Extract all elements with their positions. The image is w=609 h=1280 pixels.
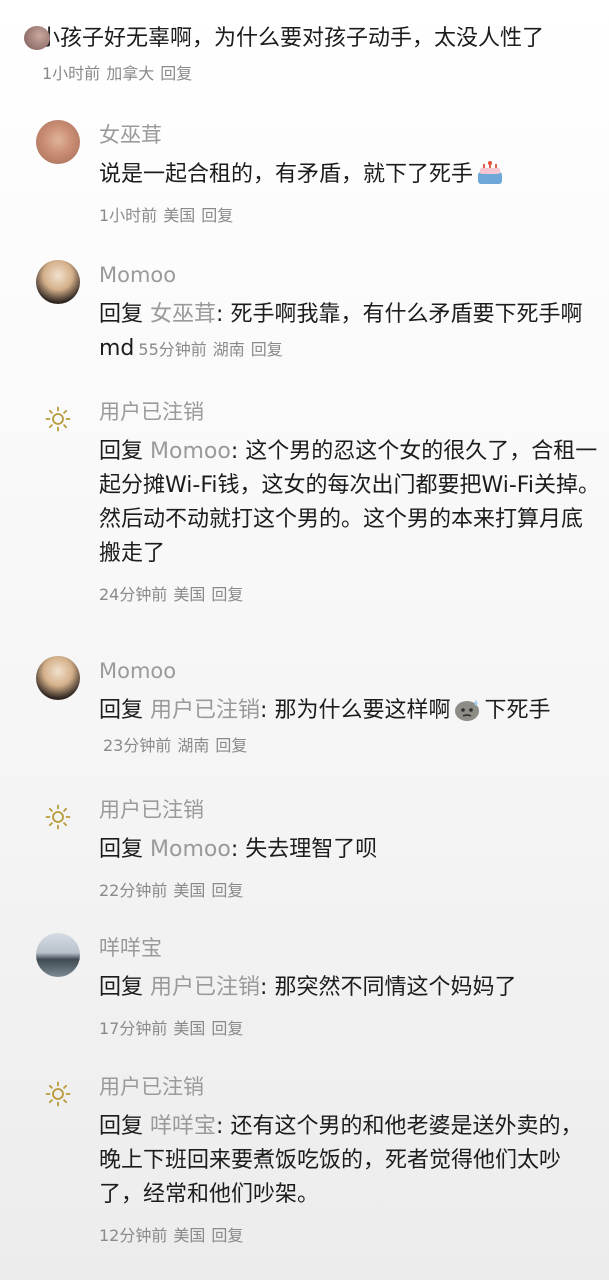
reply-button[interactable]: 回复 [251, 340, 283, 359]
reply-text: 回复 咩咩宝: 还有这个男的和他老婆是送外卖的，晚上下班回来要煮饭吃饭的，死者觉… [99, 1114, 583, 1207]
reply-item: 用户已注销 回复 Momoo: 失去理智了呗 22分钟前 美国 回复 [36, 795, 604, 901]
reply-item: 女巫茸 说是一起合租的，有矛盾，就下了死手 1小时前 美国 回复 [36, 120, 604, 226]
sea-avatar[interactable] [36, 933, 80, 977]
reply-time: 24分钟前 [99, 585, 168, 604]
user-name[interactable]: Momoo [99, 656, 604, 686]
comment-location: 加拿大 [106, 64, 155, 83]
reply-target[interactable]: 女巫茸 [150, 302, 216, 327]
user-name[interactable]: 用户已注销 [99, 397, 604, 427]
reply-location: 美国 [173, 881, 206, 900]
reply-time: 23分钟前 [103, 736, 172, 755]
reply-button[interactable]: 回复 [211, 585, 243, 604]
reply-location: 美国 [173, 1226, 206, 1245]
reply-button[interactable]: 回复 [211, 1019, 243, 1038]
reply-location: 美国 [173, 585, 206, 604]
sun-icon[interactable] [36, 1072, 80, 1116]
sun-icon[interactable] [36, 397, 80, 441]
reply-meta: 17分钟前 美国 回复 [99, 1015, 604, 1039]
reply-text: 回复 Momoo: 失去理智了呗 [99, 837, 378, 862]
reply-time: 1小时前 [99, 206, 158, 225]
reply-item: Momoo 回复 女巫茸: 死手啊我靠，有什么矛盾要下死手啊md 55分钟前 湖南回… [36, 260, 604, 367]
reply-text: 回复 Momoo: 这个男的忍这个女的很久了，合租一起分摊Wi-Fi钱，这女的每… [99, 439, 600, 566]
sweat-emoji [455, 700, 480, 721]
reply-location: 湖南 [177, 736, 210, 755]
reply-item: 用户已注销 回复 Momoo: 这个男的忍这个女的很久了，合租一起分摊Wi-Fi… [36, 397, 604, 605]
user-name[interactable]: 用户已注销 [99, 1072, 604, 1102]
reply-target[interactable]: 用户已注销 [150, 698, 260, 723]
reply-time: 17分钟前 [99, 1019, 168, 1038]
reply-target[interactable]: Momoo [150, 439, 231, 464]
reply-button[interactable]: 回复 [211, 881, 243, 900]
reply-button[interactable]: 回复 [211, 1226, 243, 1245]
reply-location: 美国 [173, 1019, 206, 1038]
comment-time: 1小时前 [42, 64, 101, 83]
user-name[interactable]: 用户已注销 [99, 795, 604, 825]
reply-button[interactable]: 回复 [201, 206, 233, 225]
reply-text: 回复 用户已注销: 那为什么要这样啊 下死手23分钟前 湖南 回复 [99, 698, 551, 755]
reply-meta: 1小时前 美国 回复 [99, 202, 604, 226]
reply-time: 55分钟前 [138, 340, 207, 359]
reply-location: 美国 [163, 206, 196, 225]
top-comment: 小孩子好无辜啊，为什么要对孩子动手，太没人性了1小时前 加拿大 回复 [24, 22, 604, 91]
reply-meta: 22分钟前 美国 回复 [99, 877, 604, 901]
face-avatar[interactable] [36, 260, 80, 304]
reply-target[interactable]: Momoo [150, 837, 231, 862]
reply-text: 回复 女巫茸: 死手啊我靠，有什么矛盾要下死手啊md 55分钟前 湖南 回复 [99, 302, 583, 361]
hand-avatar[interactable] [36, 120, 80, 164]
sun-icon[interactable] [36, 795, 80, 839]
reply-target[interactable]: 用户已注销 [150, 975, 260, 1000]
comment-text: 小孩子好无辜啊，为什么要对孩子动手，太没人性了1小时前 加拿大 回复 [38, 26, 545, 83]
cake-emoji [478, 161, 503, 184]
reply-time: 12分钟前 [99, 1226, 168, 1245]
face-avatar[interactable] [36, 656, 80, 700]
user-name[interactable]: Momoo [99, 260, 604, 290]
avatar[interactable] [24, 26, 50, 50]
reply-meta: 24分钟前 美国 回复 [99, 581, 604, 605]
reply-meta: 12分钟前 美国 回复 [99, 1222, 604, 1246]
reply-button[interactable]: 回复 [215, 736, 247, 755]
reply-location: 湖南 [212, 340, 245, 359]
user-name[interactable]: 女巫茸 [99, 120, 604, 150]
reply-item: 咩咩宝 回复 用户已注销: 那突然不同情这个妈妈了 17分钟前 美国 回复 [36, 933, 604, 1039]
reply-text: 说是一起合租的，有矛盾，就下了死手 [99, 158, 604, 192]
reply-time: 22分钟前 [99, 881, 168, 900]
user-name[interactable]: 咩咩宝 [99, 933, 604, 963]
reply-item: 用户已注销 回复 咩咩宝: 还有这个男的和他老婆是送外卖的，晚上下班回来要煮饭吃… [36, 1072, 604, 1246]
reply-item: Momoo 回复 用户已注销: 那为什么要这样啊 下死手23分钟前 湖南 回复 [36, 656, 604, 763]
reply-button[interactable]: 回复 [160, 64, 192, 83]
reply-target[interactable]: 咩咩宝 [150, 1114, 216, 1139]
reply-text: 回复 用户已注销: 那突然不同情这个妈妈了 [99, 975, 517, 1000]
